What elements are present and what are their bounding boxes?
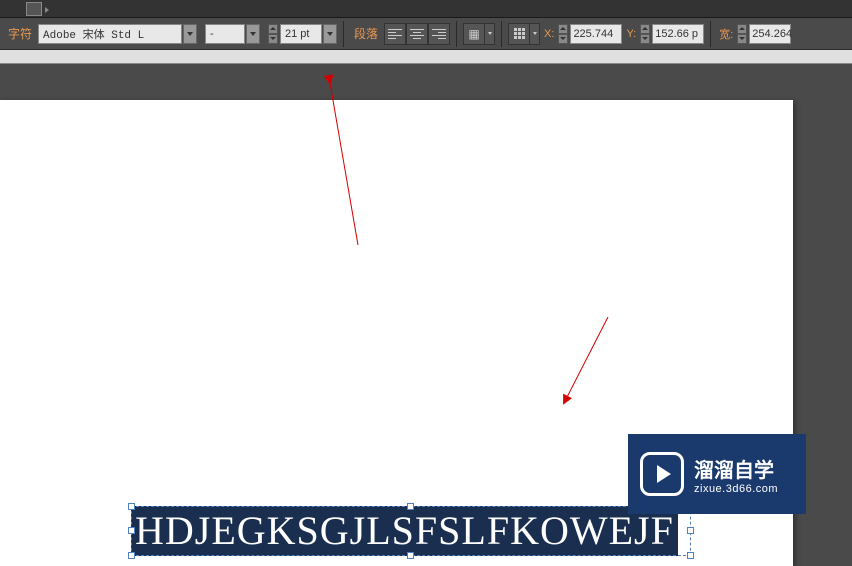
x-label: X: (542, 28, 556, 40)
spinner-up[interactable] (558, 24, 568, 34)
selected-text[interactable]: HDJEGKSGJLSFSLFKOWEJF (131, 506, 678, 556)
list-dd-arrow[interactable] (485, 23, 495, 45)
annotation-arrow-2 (558, 315, 613, 410)
align-right-button[interactable] (428, 23, 450, 45)
watermark-title: 溜溜自学 (694, 454, 778, 483)
spinner-down[interactable] (737, 34, 747, 44)
y-spinner[interactable] (640, 24, 650, 44)
font-family-dropdown[interactable]: Adobe 宋体 Std L (38, 24, 182, 44)
font-family-value: Adobe 宋体 Std L (43, 26, 144, 42)
x-value: 225.744 (573, 28, 613, 40)
x-input[interactable]: 225.744 (570, 24, 622, 44)
para-label: 段落 (350, 25, 382, 42)
font-size-dropdown[interactable]: 21 pt (280, 24, 322, 44)
anchor-button[interactable] (508, 23, 540, 45)
divider (456, 21, 457, 47)
align-left-button[interactable] (384, 23, 406, 45)
handle-mr[interactable] (687, 527, 694, 534)
character-toolbar: 字符 Adobe 宋体 Std L - 21 pt 段落 ▦ (0, 18, 852, 50)
watermark-text: 溜溜自学 zixue.3d66.com (694, 454, 778, 495)
w-spinner[interactable] (737, 24, 747, 44)
align-group (384, 23, 450, 45)
play-icon (640, 452, 684, 496)
font-size-value: 21 pt (285, 28, 309, 40)
annotation-arrow-1 (325, 75, 365, 250)
divider (343, 21, 344, 47)
list-icon: ▦ (463, 23, 485, 45)
x-spinner[interactable] (558, 24, 568, 44)
y-value: 152.66 p (655, 28, 698, 40)
y-label: Y: (624, 28, 638, 40)
divider (710, 21, 711, 47)
spinner-up[interactable] (737, 24, 747, 34)
top-strip (0, 0, 852, 18)
spinner-up[interactable] (640, 24, 650, 34)
font-family-arrow[interactable] (183, 24, 197, 44)
divider (501, 21, 502, 47)
w-label: 宽: (717, 26, 735, 42)
font-style-dropdown[interactable]: - (205, 24, 245, 44)
spinner-up[interactable] (268, 24, 278, 34)
font-style-arrow[interactable] (246, 24, 260, 44)
w-input[interactable]: 254.264 (749, 24, 791, 44)
y-input[interactable]: 152.66 p (652, 24, 704, 44)
watermark-url: zixue.3d66.com (694, 483, 778, 495)
font-style-value: - (210, 28, 214, 40)
align-center-button[interactable] (406, 23, 428, 45)
anchor-dd-arrow[interactable] (530, 23, 540, 45)
spinner-down[interactable] (558, 34, 568, 44)
spinner-down[interactable] (640, 34, 650, 44)
list-button[interactable]: ▦ (463, 23, 495, 45)
view-mode-icon[interactable] (26, 2, 42, 16)
char-label: 字符 (4, 25, 36, 42)
font-size-arrow[interactable] (323, 24, 337, 44)
text-frame[interactable]: HDJEGKSGJLSFSLFKOWEJF (131, 506, 691, 556)
w-value: 254.264 (752, 28, 792, 40)
anchor-icon (508, 23, 530, 45)
sub-bar (0, 50, 852, 64)
watermark: 溜溜自学 zixue.3d66.com (628, 434, 806, 514)
spinner-down[interactable] (268, 34, 278, 44)
handle-br[interactable] (687, 552, 694, 559)
font-size-spinner[interactable] (268, 24, 278, 44)
canvas-area[interactable]: HDJEGKSGJLSFSLFKOWEJF 溜溜自学 zixue.3d66.co… (0, 64, 852, 530)
